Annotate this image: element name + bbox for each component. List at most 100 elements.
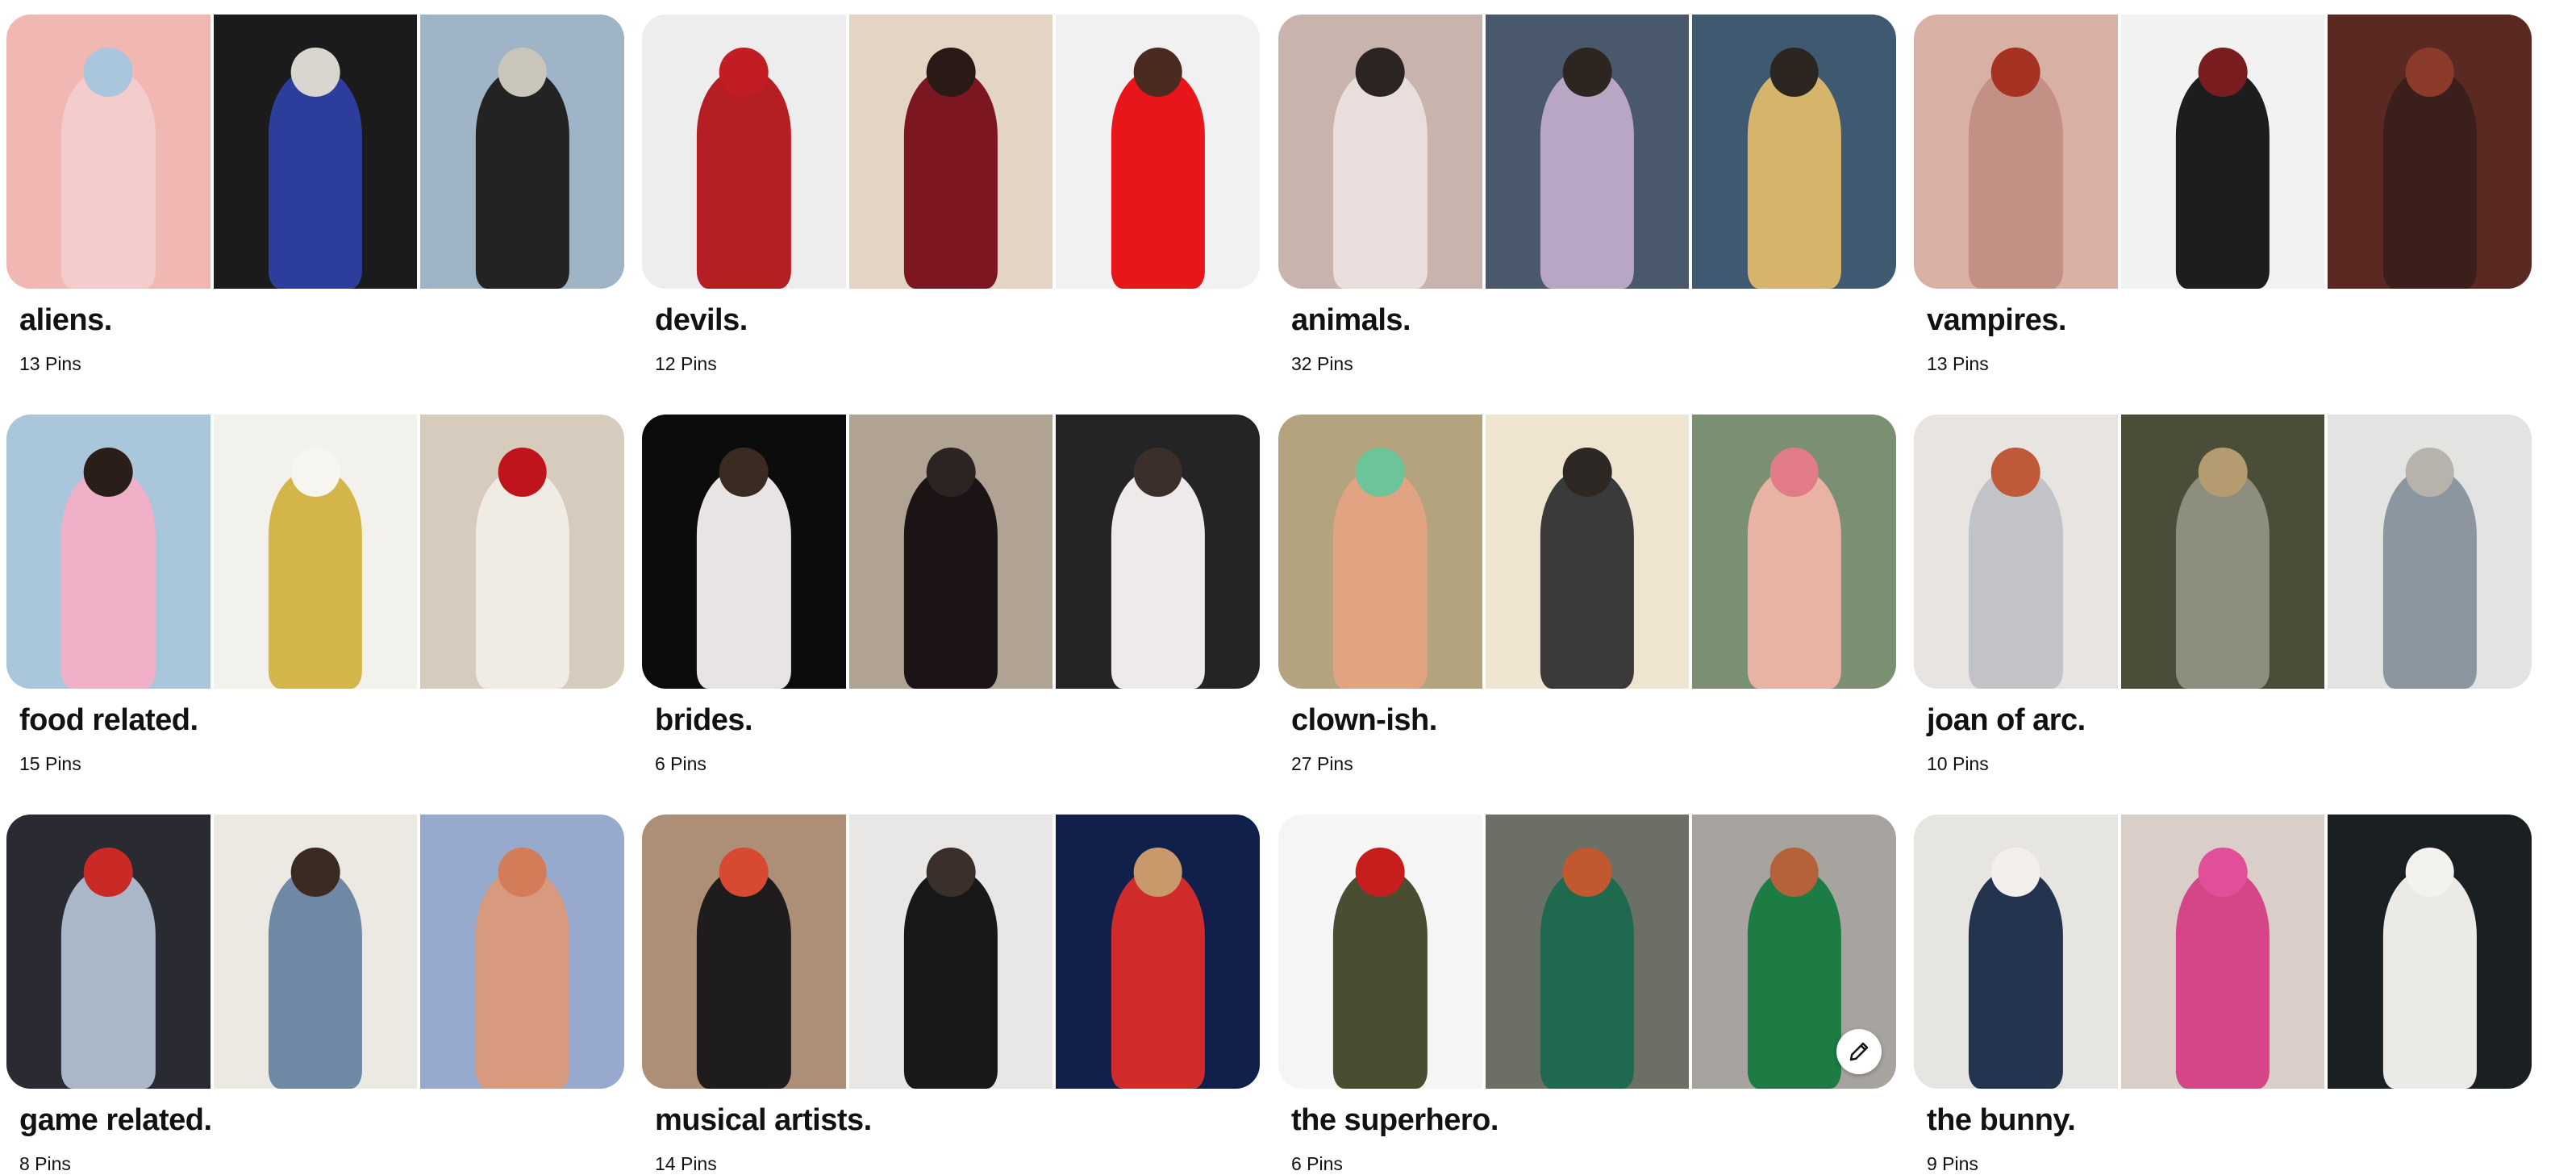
pin-thumbnail[interactable] [642, 15, 846, 289]
board-cover-collage[interactable] [1278, 815, 1896, 1089]
pin-thumbnail[interactable] [213, 815, 418, 1089]
pin-count: 32 Pins [1291, 353, 1353, 374]
thumbnail-figure [61, 869, 156, 1089]
pin-thumbnail[interactable] [420, 415, 624, 689]
thumbnail-detail [719, 47, 769, 97]
pin-thumbnail[interactable] [642, 815, 846, 1089]
board-title[interactable]: vampires. [1927, 303, 2066, 338]
thumbnail-figure [2382, 69, 2477, 289]
thumbnail-detail [2198, 847, 2248, 897]
pin-thumbnail[interactable] [6, 815, 210, 1089]
pin-thumbnail[interactable] [2120, 15, 2325, 289]
pin-count: 6 Pins [655, 753, 707, 774]
pin-thumbnail[interactable] [1056, 815, 1260, 1089]
pin-count: 13 Pins [19, 353, 81, 374]
board-title[interactable]: food related. [19, 703, 198, 738]
pin-thumbnail[interactable] [1914, 15, 2118, 289]
thumbnail-figure [1333, 469, 1428, 689]
board-cover-collage[interactable] [6, 15, 624, 289]
pin-count: 27 Pins [1291, 753, 1353, 774]
thumbnail-figure [475, 469, 569, 689]
thumbnail-figure [1540, 69, 1635, 289]
pin-thumbnail[interactable] [6, 415, 210, 689]
thumbnail-detail [2198, 447, 2248, 497]
thumbnail-detail [1769, 847, 1819, 897]
board-title[interactable]: devils. [655, 303, 748, 338]
pin-thumbnail[interactable] [1485, 15, 1690, 289]
board-title[interactable]: aliens. [19, 303, 112, 338]
pin-thumbnail[interactable] [848, 415, 1053, 689]
thumbnail-figure [61, 69, 156, 289]
thumbnail-figure [903, 869, 998, 1089]
pin-thumbnail[interactable] [213, 415, 418, 689]
thumbnail-figure [1747, 69, 1841, 289]
thumbnail-detail [1991, 847, 2040, 897]
pin-thumbnail[interactable] [1914, 815, 2118, 1089]
pin-count: 8 Pins [19, 1153, 71, 1174]
pin-thumbnail[interactable] [1278, 15, 1482, 289]
board-cover-collage[interactable] [1278, 415, 1896, 689]
pin-thumbnail[interactable] [642, 415, 846, 689]
pin-thumbnail[interactable] [420, 815, 624, 1089]
thumbnail-figure [268, 69, 363, 289]
thumbnail-detail [1769, 447, 1819, 497]
thumbnail-detail [1562, 447, 1612, 497]
board-title[interactable]: musical artists. [655, 1103, 872, 1138]
board-title[interactable]: game related. [19, 1103, 212, 1138]
thumbnail-detail [84, 47, 133, 97]
thumbnail-figure [1969, 869, 2063, 1089]
pin-thumbnail[interactable] [1278, 815, 1482, 1089]
thumbnail-figure [697, 69, 791, 289]
board-title[interactable]: the superhero. [1291, 1103, 1498, 1138]
board-cover-collage[interactable] [1914, 15, 2532, 289]
pin-thumbnail[interactable] [6, 15, 210, 289]
board-title[interactable]: joan of arc. [1927, 703, 2086, 738]
thumbnail-figure [1111, 469, 1205, 689]
thumbnail-figure [1333, 869, 1428, 1089]
thumbnail-detail [1356, 847, 1405, 897]
thumbnail-detail [926, 847, 976, 897]
pin-thumbnail[interactable] [848, 15, 1053, 289]
board-cover-collage[interactable] [642, 815, 1260, 1089]
pin-count: 15 Pins [19, 753, 81, 774]
thumbnail-figure [697, 869, 791, 1089]
board-cover-collage[interactable] [6, 415, 624, 689]
board-title[interactable]: clown-ish. [1291, 703, 1437, 738]
pin-thumbnail[interactable] [420, 15, 624, 289]
thumbnail-figure [1333, 69, 1428, 289]
pin-thumbnail[interactable] [2120, 415, 2325, 689]
pin-thumbnail[interactable] [1056, 15, 1260, 289]
thumbnail-figure [1111, 69, 1205, 289]
board-cover-collage[interactable] [1914, 815, 2532, 1089]
board-title[interactable]: brides. [655, 703, 753, 738]
board-title[interactable]: animals. [1291, 303, 1411, 338]
pin-count: 14 Pins [655, 1153, 717, 1174]
thumbnail-detail [719, 847, 769, 897]
thumbnail-detail [1991, 447, 2040, 497]
pin-thumbnail[interactable] [1692, 415, 1896, 689]
pin-thumbnail[interactable] [2328, 15, 2532, 289]
thumbnail-figure [903, 469, 998, 689]
board-cover-collage[interactable] [1914, 415, 2532, 689]
pin-thumbnail[interactable] [1278, 415, 1482, 689]
pin-thumbnail[interactable] [1914, 415, 2118, 689]
board-cover-collage[interactable] [1278, 15, 1896, 289]
pin-thumbnail[interactable] [848, 815, 1053, 1089]
thumbnail-detail [2405, 47, 2454, 97]
pin-thumbnail[interactable] [1056, 415, 1260, 689]
edit-board-button[interactable] [1836, 1029, 1882, 1074]
thumbnail-figure [1540, 869, 1635, 1089]
board-title[interactable]: the bunny. [1927, 1103, 2076, 1138]
pin-thumbnail[interactable] [2328, 415, 2532, 689]
board-cover-collage[interactable] [6, 815, 624, 1089]
pin-thumbnail[interactable] [1485, 815, 1690, 1089]
pin-thumbnail[interactable] [213, 15, 418, 289]
pin-count: 10 Pins [1927, 753, 1989, 774]
pin-thumbnail[interactable] [1485, 415, 1690, 689]
pin-thumbnail[interactable] [1692, 15, 1896, 289]
board-cover-collage[interactable] [642, 15, 1260, 289]
thumbnail-detail [290, 447, 340, 497]
pin-thumbnail[interactable] [2328, 815, 2532, 1089]
pin-thumbnail[interactable] [2120, 815, 2325, 1089]
board-cover-collage[interactable] [642, 415, 1260, 689]
